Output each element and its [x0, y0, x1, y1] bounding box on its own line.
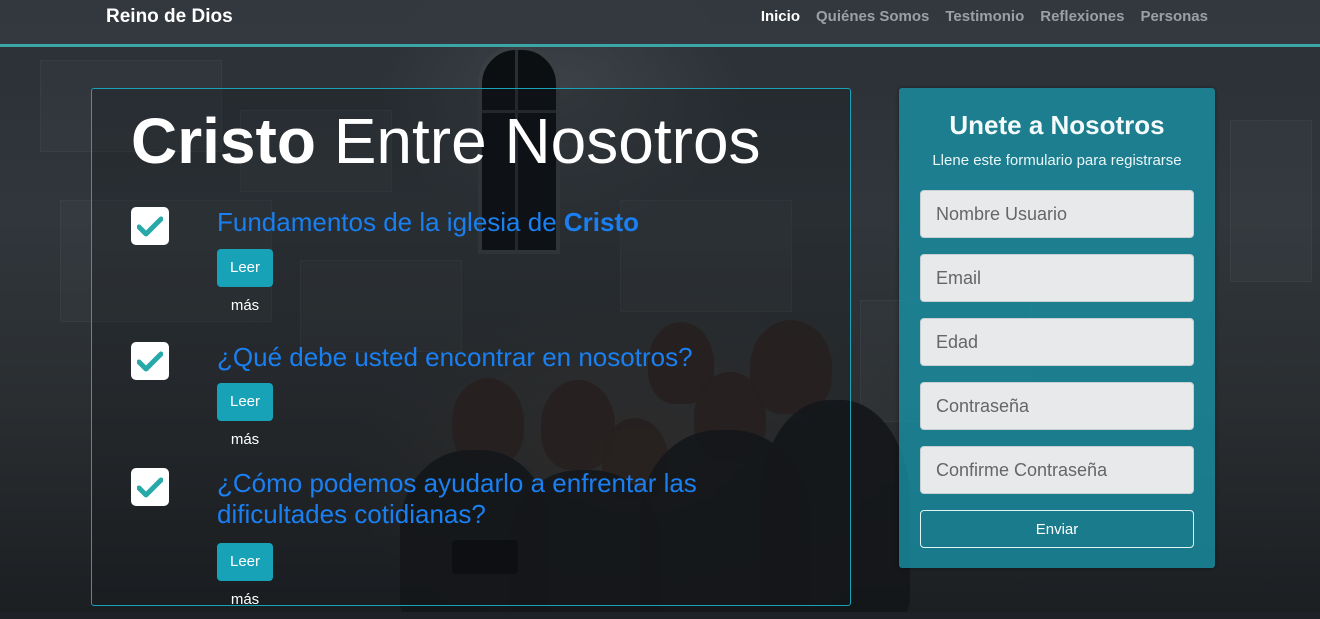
nav-link-reflexiones[interactable]: Reflexiones: [1040, 8, 1124, 25]
nav-links: Inicio Quiénes Somos Testimonio Reflexio…: [761, 8, 1208, 25]
hero-title-bold: Cristo: [131, 105, 316, 177]
feature-title-bold: Cristo: [563, 207, 640, 237]
brand-logo[interactable]: Reino de Dios: [106, 6, 233, 28]
check-icon: [131, 468, 169, 506]
username-input[interactable]: [920, 190, 1194, 238]
navbar: Reino de Dios Inicio Quiénes Somos Testi…: [0, 0, 1320, 47]
email-input[interactable]: [920, 254, 1194, 302]
feature-title[interactable]: Fundamentos de la iglesia de Cristo: [217, 207, 757, 238]
feature-title-text: Fundamentos de la iglesia de: [217, 207, 564, 237]
hero-title: Cristo Entre Nosotros: [131, 105, 761, 177]
read-more-button[interactable]: Leer más: [217, 543, 274, 608]
feature-title[interactable]: ¿Cómo podemos ayudarlo a enfrentar las d…: [217, 468, 757, 530]
hero-panel: Cristo Entre Nosotros Fundamentos de la …: [91, 88, 851, 608]
nav-link-quienes-somos[interactable]: Quiénes Somos: [816, 8, 929, 25]
age-input[interactable]: [920, 318, 1194, 366]
nav-link-personas[interactable]: Personas: [1140, 8, 1208, 25]
password-input[interactable]: [920, 382, 1194, 430]
nav-link-testimonio[interactable]: Testimonio: [945, 8, 1024, 25]
nav-link-inicio[interactable]: Inicio: [761, 8, 800, 25]
hero-title-rest: Entre Nosotros: [315, 105, 761, 177]
registration-form: Unete a Nosotros Llene este formulario p…: [899, 88, 1215, 568]
submit-button[interactable]: Enviar: [920, 510, 1194, 548]
confirm-password-input[interactable]: [920, 446, 1194, 494]
form-title: Unete a Nosotros: [949, 110, 1165, 140]
feature-title[interactable]: ¿Qué debe usted encontrar en nosotros?: [217, 342, 757, 373]
check-icon: [131, 342, 169, 380]
check-icon: [131, 207, 169, 245]
form-subtitle: Llene este formulario para registrarse: [932, 152, 1182, 169]
read-more-button[interactable]: Leer más: [217, 249, 274, 314]
read-more-button[interactable]: Leer más: [217, 383, 274, 448]
